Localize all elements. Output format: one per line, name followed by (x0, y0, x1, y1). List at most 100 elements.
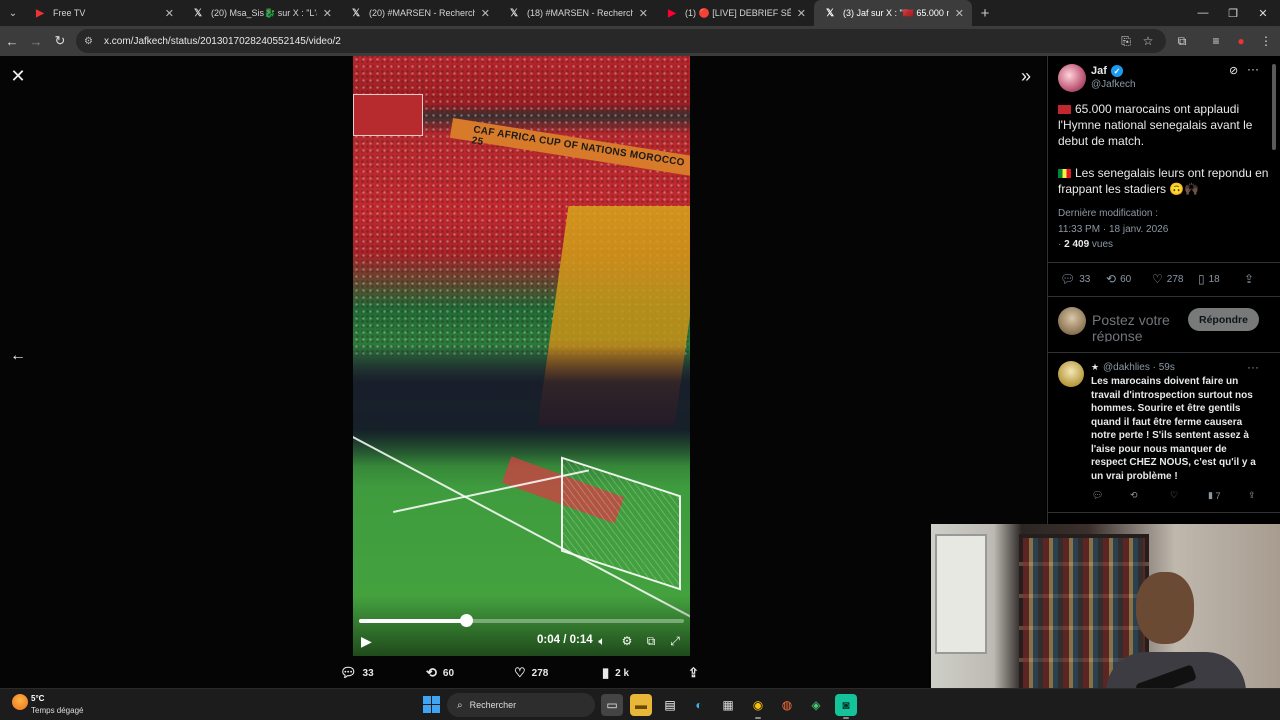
app-icon[interactable]: ◈ (805, 694, 827, 716)
tab-title: (18) #MARSEN - Recherche / X (527, 8, 633, 18)
youtube-icon: ▶ (668, 7, 676, 19)
close-tab-icon[interactable]: ✕ (639, 7, 648, 20)
close-tab-icon[interactable]: ✕ (955, 7, 964, 20)
browser-tab[interactable]: 𝕏 (18) #MARSEN - Recherche / X ✕ (498, 0, 656, 26)
x-icon: 𝕏 (351, 7, 361, 19)
weather-description[interactable]: Temps dégagé (31, 706, 83, 715)
views-action[interactable]: ▮ 2 k (602, 665, 629, 681)
verified-badge-icon: ✓ (1111, 65, 1123, 77)
play-icon[interactable]: ▶ (361, 633, 375, 649)
volume-icon[interactable]: 🔈︎ (593, 632, 611, 650)
tweet-text: Les senegalais leurs ont repondu en frap… (1058, 166, 1269, 196)
heart-icon: ♡ (1152, 272, 1163, 286)
author-name[interactable]: Jaf (1091, 65, 1107, 77)
star-icon: ★ (1091, 362, 1100, 372)
browser-tab[interactable]: ▶ (1) 🔴 [LIVE] DEBRIEF SÉNÉGAL ✕ (656, 0, 814, 26)
profile-icon[interactable]: ● (1229, 29, 1253, 53)
expand-panel-icon[interactable]: » (1016, 66, 1036, 86)
bookmark-stat[interactable]: ▯ 18 (1198, 272, 1220, 286)
browser-menu-icon[interactable]: ⋮ (1254, 29, 1278, 53)
site-info-icon[interactable]: ⚙ (84, 36, 98, 47)
share-action[interactable]: ⇪ (688, 665, 705, 681)
heart-icon: ♡ (1170, 490, 1179, 500)
video-player[interactable]: CAF AFRICA CUP OF NATIONS MOROCCO 25 ▶ 0… (353, 56, 690, 656)
more-options-icon[interactable]: ··· (1247, 62, 1263, 76)
new-tab-icon[interactable]: + (972, 5, 998, 22)
reply-button[interactable]: Répondre (1188, 308, 1259, 331)
repost-icon: ⟲ (1130, 490, 1138, 500)
browser-tab-bar: ⌄ ▶ Free TV ✕ 𝕏 (20) Msa_Sis🐉 sur X : "L… (0, 0, 1280, 26)
url-field[interactable]: ⚙ x.com/Jafkech/status/20130170282405521… (76, 29, 1166, 53)
comment-views[interactable]: ▮ 7 (1208, 490, 1220, 501)
browser-tab[interactable]: 𝕏 (20) #MARSEN - Recherche / X ✕ (340, 0, 498, 26)
start-windows-icon[interactable] (423, 696, 440, 713)
weather-icon[interactable] (12, 694, 28, 710)
firefox-icon[interactable]: ◍ (776, 694, 798, 716)
close-tab-icon[interactable]: ✕ (797, 7, 806, 20)
browser-tab-active[interactable]: 𝕏 (3) Jaf sur X : "🇲🇦 65.000 marocains ✕ (814, 0, 972, 26)
comment-repost[interactable]: ⟲ (1130, 490, 1138, 501)
edited-label[interactable]: Dernière modification : (1058, 208, 1158, 219)
media-control-icon[interactable]: ≡ (1204, 29, 1228, 53)
repost-stat[interactable]: ⟲ 60 (1106, 272, 1131, 286)
forward-arrow-icon[interactable]: → (24, 29, 48, 53)
weather-temperature[interactable]: 5°C (31, 694, 44, 703)
browser-tab[interactable]: 𝕏 (20) Msa_Sis🐉 sur X : "L'arbitrage ✕ (182, 0, 340, 26)
taskbar-search[interactable]: ⌕ Rechercher (447, 693, 595, 717)
senegal-flag-icon (1058, 169, 1071, 178)
windows-taskbar: 5°C Temps dégagé ⌕ Rechercher ▭ ▬ ▤ ◐ ▦ … (0, 688, 1280, 720)
reply-input[interactable]: Postez votre réponse (1092, 312, 1186, 342)
close-icon[interactable]: ✕ (8, 66, 28, 86)
close-tab-icon[interactable]: ✕ (165, 7, 174, 20)
edge-icon[interactable]: ◐ (688, 694, 710, 716)
file-explorer-icon[interactable]: ▬ (630, 694, 652, 716)
panel-scrollbar[interactable] (1272, 64, 1276, 150)
share-stat[interactable]: ⇪ (1244, 272, 1258, 286)
store-icon[interactable]: ▦ (717, 694, 739, 716)
close-tab-icon[interactable]: ✕ (481, 7, 490, 20)
settings-gear-icon[interactable]: ⚙ (618, 632, 636, 650)
reply-stat[interactable]: 💬︎ 33 (1060, 272, 1090, 286)
bookmark-count: 18 (1208, 273, 1220, 285)
avatar[interactable] (1058, 361, 1084, 387)
task-view-icon[interactable]: ▭ (601, 694, 623, 716)
extensions-icon[interactable]: ⧉ (1170, 29, 1194, 53)
previous-arrow-icon[interactable]: ← (8, 346, 28, 366)
obs-icon[interactable]: ◙ (835, 694, 857, 719)
reload-icon[interactable]: ↻ (48, 29, 72, 53)
reply-count: 33 (1079, 273, 1091, 285)
install-app-icon[interactable]: ⎘ (1114, 29, 1138, 53)
minimize-icon[interactable]: — (1188, 0, 1218, 26)
close-window-icon[interactable]: ✕ (1248, 0, 1278, 26)
more-options-icon[interactable]: ··· (1247, 360, 1259, 374)
like-action[interactable]: ♡ 278 (514, 665, 548, 681)
chrome-icon[interactable]: ◉ (747, 694, 769, 719)
like-stat[interactable]: ♡ 278 (1152, 272, 1183, 286)
avatar[interactable] (1058, 64, 1086, 92)
notepad-icon[interactable]: ▤ (659, 694, 681, 716)
back-arrow-icon[interactable]: ← (0, 29, 24, 53)
comment-handle[interactable]: @dakhlies · 59s (1103, 362, 1175, 373)
video-progress-bar[interactable] (359, 614, 684, 627)
comment-reply[interactable]: 💬︎ (1092, 490, 1103, 501)
grok-icon[interactable]: ⊘ (1229, 64, 1243, 78)
browser-tab[interactable]: ▶ Free TV ✕ (24, 0, 182, 26)
fullscreen-icon[interactable]: ⤢ (666, 632, 684, 650)
bookmark-star-icon[interactable]: ☆ (1136, 29, 1160, 53)
restore-icon[interactable]: ❐ (1218, 0, 1248, 26)
comment-like[interactable]: ♡ (1170, 490, 1178, 501)
bookmark-icon: ▯ (1198, 272, 1205, 286)
reply-count: 33 (362, 667, 374, 679)
reply-icon: 💬︎ (1060, 272, 1076, 286)
reply-action[interactable]: 💬︎ 33 (340, 665, 374, 681)
repost-action[interactable]: ⟲ 60 (426, 665, 454, 681)
tab-search-icon[interactable]: ⌄ (2, 2, 24, 24)
picture-in-picture-icon[interactable]: ⧉ (642, 632, 660, 650)
divider (1048, 262, 1280, 263)
comment-share[interactable]: ⇪ (1248, 490, 1256, 501)
close-tab-icon[interactable]: ✕ (323, 7, 332, 20)
tab-title: Free TV (53, 8, 86, 18)
tweet-text-paragraph-1: 65.000 marocains ont applaudi l'Hymne na… (1058, 101, 1270, 149)
author-handle[interactable]: @Jafkech (1091, 79, 1136, 90)
tweet-timestamp[interactable]: 11:33 PM · 18 janv. 2026 (1058, 224, 1168, 235)
